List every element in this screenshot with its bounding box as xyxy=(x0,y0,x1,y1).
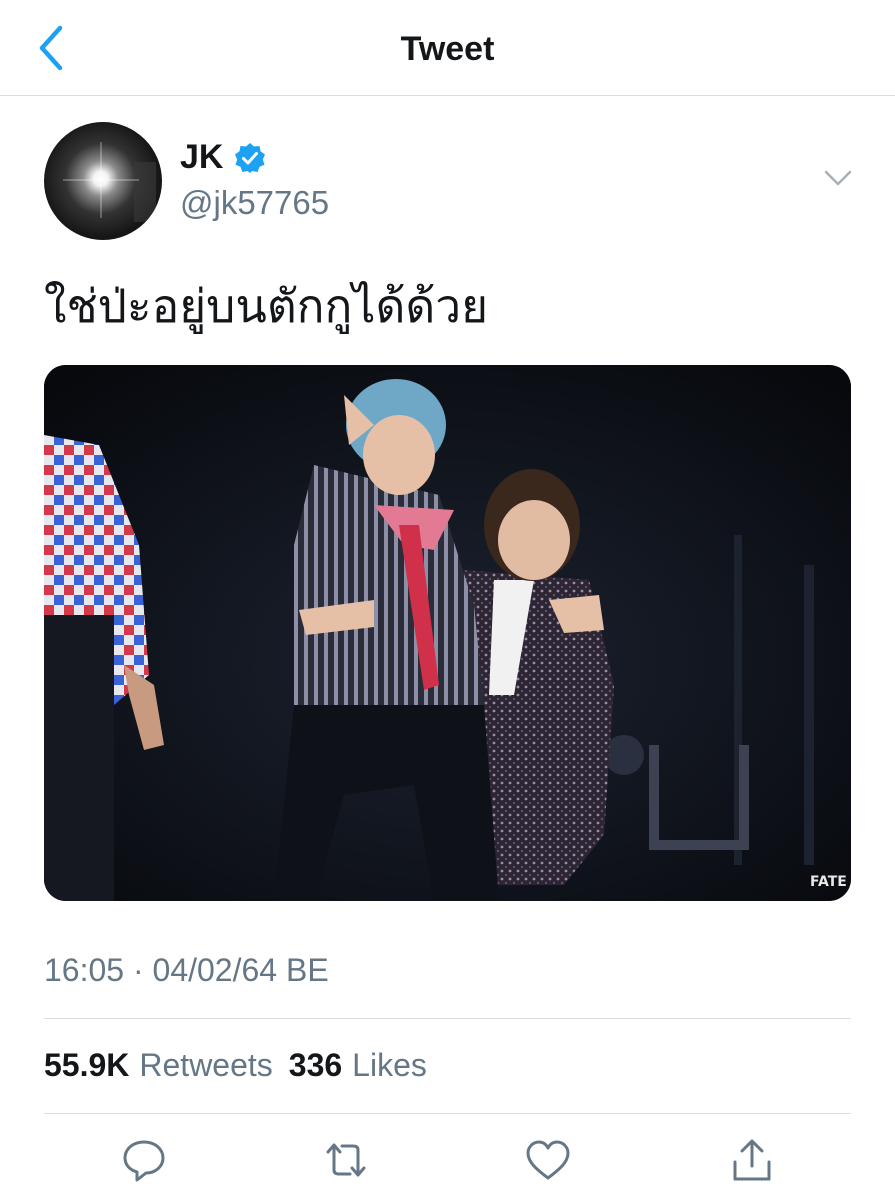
retweet-button[interactable] xyxy=(322,1136,370,1184)
likes-link[interactable]: Likes xyxy=(352,1047,427,1084)
divider xyxy=(44,1113,851,1114)
avatar[interactable] xyxy=(44,122,162,240)
share-button[interactable] xyxy=(728,1136,776,1184)
retweets-count: 55.9K xyxy=(44,1047,130,1083)
like-icon xyxy=(526,1140,570,1180)
action-bar xyxy=(0,1130,895,1190)
display-name: JK xyxy=(180,138,224,176)
author-name-row[interactable]: JK xyxy=(180,138,267,177)
retweets-link[interactable]: Retweets xyxy=(139,1047,272,1084)
chevron-down-icon xyxy=(824,170,852,186)
like-button[interactable] xyxy=(524,1136,572,1184)
tweet-stats: 55.9K Retweets 336 Likes xyxy=(44,1047,443,1084)
reply-icon xyxy=(123,1140,165,1182)
page-title: Tweet xyxy=(400,30,495,68)
author-handle[interactable]: @jk57765 xyxy=(180,184,329,222)
tweet-menu-button[interactable] xyxy=(822,166,854,190)
share-icon xyxy=(733,1139,771,1181)
tweet-text: ใช่ป่ะอยู่บนตักกูได้ด้วย xyxy=(44,279,489,333)
nav-bar: Tweet xyxy=(0,0,895,96)
tweet-photo[interactable]: FATE xyxy=(44,365,851,901)
reply-button[interactable] xyxy=(120,1136,168,1184)
photo-watermark: FATE xyxy=(810,874,847,890)
likes-count: 336 xyxy=(288,1047,343,1083)
verified-badge-icon xyxy=(235,142,266,173)
retweet-icon xyxy=(326,1143,366,1177)
tweet-timestamp: 16:05 · 04/02/64 BE xyxy=(44,952,329,988)
divider xyxy=(44,1018,851,1019)
